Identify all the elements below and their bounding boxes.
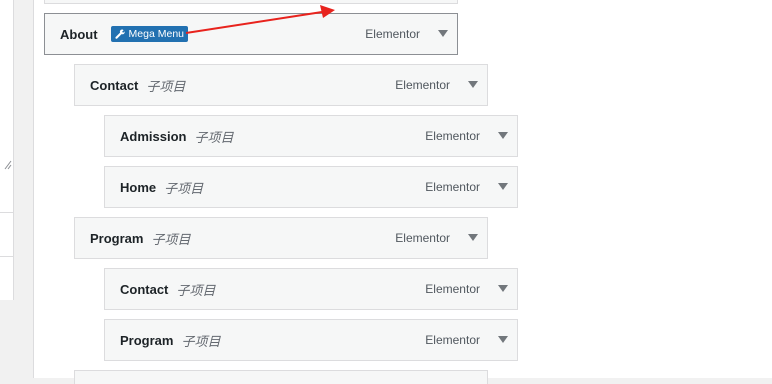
- item-type-label: Elementor: [425, 129, 480, 143]
- menu-item-title: Program: [90, 230, 144, 246]
- menu-item-title: About: [60, 26, 98, 42]
- triangle-down-icon[interactable]: [438, 30, 448, 38]
- mega-menu-label: Mega Menu: [128, 28, 184, 40]
- menu-item-title: Program: [120, 332, 174, 348]
- mega-menu-button[interactable]: Mega Menu: [110, 26, 188, 42]
- sub-item-label: 子项目: [176, 282, 216, 298]
- menu-item[interactable]: Admission 子项目 Elementor: [104, 115, 518, 157]
- triangle-down-icon[interactable]: [498, 183, 508, 191]
- menu-item[interactable]: Contact 子项目 Elementor: [74, 64, 488, 106]
- item-type-label: Elementor: [425, 180, 480, 194]
- menu-item[interactable]: Contact 子项目 Elementor: [104, 268, 518, 310]
- sub-item-label: 子项目: [194, 129, 234, 145]
- panel-divider: [0, 256, 13, 257]
- triangle-down-icon[interactable]: [498, 285, 508, 293]
- item-type-label: Elementor: [365, 27, 420, 41]
- left-panel: [0, 0, 14, 300]
- menu-item[interactable]: Program 子项目 Elementor: [104, 319, 518, 361]
- menu-item-partial[interactable]: [74, 370, 488, 384]
- triangle-down-icon[interactable]: [468, 234, 478, 242]
- item-type-label: Elementor: [425, 282, 480, 296]
- menu-item[interactable]: Program 子项目 Elementor: [74, 217, 488, 259]
- panel-divider: [0, 212, 13, 213]
- menu-item-title: Admission: [120, 128, 187, 144]
- menu-item-partial[interactable]: [44, 0, 458, 4]
- resize-handle-icon[interactable]: [2, 158, 12, 170]
- menu-item-title: Contact: [120, 281, 169, 297]
- sub-item-label: 子项目: [181, 333, 221, 349]
- menu-item-title: Home: [120, 179, 157, 195]
- item-type-label: Elementor: [395, 231, 450, 245]
- sub-item-label: 子项目: [146, 78, 186, 94]
- menu-item[interactable]: About Mega Menu Elementor: [44, 13, 458, 55]
- menu-item-title: Contact: [90, 77, 139, 93]
- triangle-down-icon[interactable]: [468, 81, 478, 89]
- wrench-icon: [114, 29, 125, 39]
- sub-item-label: 子项目: [164, 180, 204, 196]
- triangle-down-icon[interactable]: [498, 336, 508, 344]
- triangle-down-icon[interactable]: [498, 132, 508, 140]
- sub-item-label: 子项目: [151, 231, 191, 247]
- item-type-label: Elementor: [395, 78, 450, 92]
- item-type-label: Elementor: [425, 333, 480, 347]
- menu-item[interactable]: Home 子项目 Elementor: [104, 166, 518, 208]
